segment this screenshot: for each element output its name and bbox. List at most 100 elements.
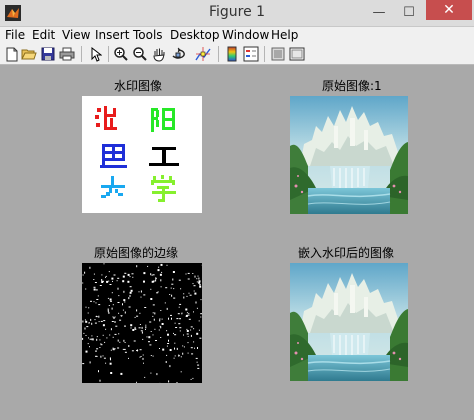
edge-pixel [115, 325, 118, 327]
toolbar-separator [108, 46, 109, 62]
edge-pixel [178, 355, 180, 357]
edge-pixel [107, 297, 109, 299]
edge-pixel [194, 292, 197, 295]
edge-pixel [119, 341, 121, 343]
data-cursor-icon[interactable] [195, 46, 211, 62]
edge-pixel [183, 293, 185, 295]
edge-pixel [152, 334, 154, 336]
save-icon[interactable] [40, 46, 56, 62]
edge-pixel [174, 347, 175, 350]
edge-pixel [108, 271, 110, 273]
menu-edit[interactable]: Edit [32, 28, 55, 42]
pointer-icon[interactable] [88, 46, 104, 62]
edge-pixel [134, 326, 136, 329]
embedded-plot-title: 嵌入水印后的图像 [298, 246, 395, 260]
edge-pixel [187, 335, 189, 337]
menu-file[interactable]: File [5, 28, 25, 42]
edge-pixel [117, 277, 120, 279]
edge-pixel [90, 300, 92, 302]
show-plot-tools-icon[interactable] [289, 46, 305, 62]
colorbar-icon[interactable] [224, 46, 240, 62]
edge-pixel [171, 317, 172, 320]
edge-pixel [142, 338, 144, 340]
minimize-button[interactable]: — [366, 2, 392, 22]
edge-pixel [95, 315, 97, 317]
edge-pixel [112, 349, 115, 351]
edge-pixel [88, 337, 89, 339]
legend-icon[interactable] [243, 46, 259, 62]
edge-pixel [84, 319, 86, 321]
edge-pixel [153, 318, 155, 321]
edge-pixel [139, 356, 141, 358]
zoom-in-icon[interactable] [113, 46, 129, 62]
edge-pixel [191, 353, 194, 355]
edge-pixel [187, 352, 189, 354]
pan-hand-icon[interactable] [151, 46, 167, 62]
edge-pixel [168, 339, 169, 342]
edge-pixel [82, 274, 84, 276]
edge-pixel [199, 337, 202, 339]
watermark-plot-title: 水印图像 [114, 79, 163, 93]
menu-desktop[interactable]: Desktop [170, 28, 220, 42]
edge-pixel [127, 273, 130, 276]
edge-pixel [168, 380, 170, 383]
edge-pixel [171, 294, 173, 297]
title-bar: Figure 1 — ☐ ✕ [0, 0, 474, 27]
hide-plot-tools-icon[interactable] [270, 46, 286, 62]
edge-pixel [187, 278, 190, 280]
menu-help[interactable]: Help [271, 28, 298, 42]
edge-pixel [190, 329, 192, 331]
menu-insert[interactable]: Insert [95, 28, 129, 42]
edge-pixel [124, 342, 126, 343]
edge-pixel [95, 302, 97, 304]
open-file-icon[interactable] [21, 46, 37, 62]
edge-pixel [182, 352, 184, 355]
edge-pixel [117, 302, 120, 303]
edge-pixel [192, 273, 194, 274]
edge-pixel [169, 349, 172, 351]
maximize-button[interactable]: ☐ [396, 2, 422, 22]
edge-pixel [159, 319, 161, 322]
edge-pixel [94, 319, 96, 321]
print-icon[interactable] [59, 46, 75, 62]
edge-pixel [93, 279, 95, 280]
menu-view[interactable]: View [62, 28, 90, 42]
rotate-3d-icon[interactable] [170, 46, 186, 62]
edge-pixel [186, 330, 189, 332]
edge-pixel [155, 278, 157, 280]
edge-pixel [129, 276, 131, 278]
edge-pixel [98, 321, 100, 323]
menu-tools[interactable]: Tools [133, 28, 163, 42]
edge-pixel [123, 339, 125, 342]
edge-pixel [103, 263, 105, 265]
edge-pixel [105, 328, 107, 330]
edge-pixel [129, 286, 132, 288]
edge-pixel [189, 294, 192, 296]
edge-pixel [179, 303, 182, 305]
edge-pixel [122, 280, 125, 283]
edge-pixel [161, 318, 163, 320]
edge-pixel [151, 274, 153, 276]
edge-pixel [186, 333, 189, 335]
edge-pixel [165, 287, 168, 289]
edge-pixel [122, 303, 123, 306]
edge-pixel [174, 322, 176, 324]
figure-toolbar [0, 44, 474, 65]
edge-pixel [91, 322, 93, 325]
edge-pixel [197, 347, 198, 349]
menu-window[interactable]: Window [222, 28, 269, 42]
edge-pixel [170, 287, 172, 289]
close-button[interactable]: ✕ [426, 0, 472, 20]
edge-detection-image [82, 263, 202, 383]
edge-pixel [129, 291, 132, 294]
edge-pixel [112, 304, 114, 306]
new-figure-icon[interactable] [4, 46, 20, 62]
edge-pixel [195, 357, 198, 359]
edge-pixel [97, 295, 99, 297]
edge-pixel [183, 296, 185, 299]
edge-pixel [193, 341, 195, 343]
zoom-out-icon[interactable] [132, 46, 148, 62]
edge-pixel [110, 328, 112, 331]
edge-pixel [118, 333, 120, 335]
edge-pixel [196, 281, 198, 283]
